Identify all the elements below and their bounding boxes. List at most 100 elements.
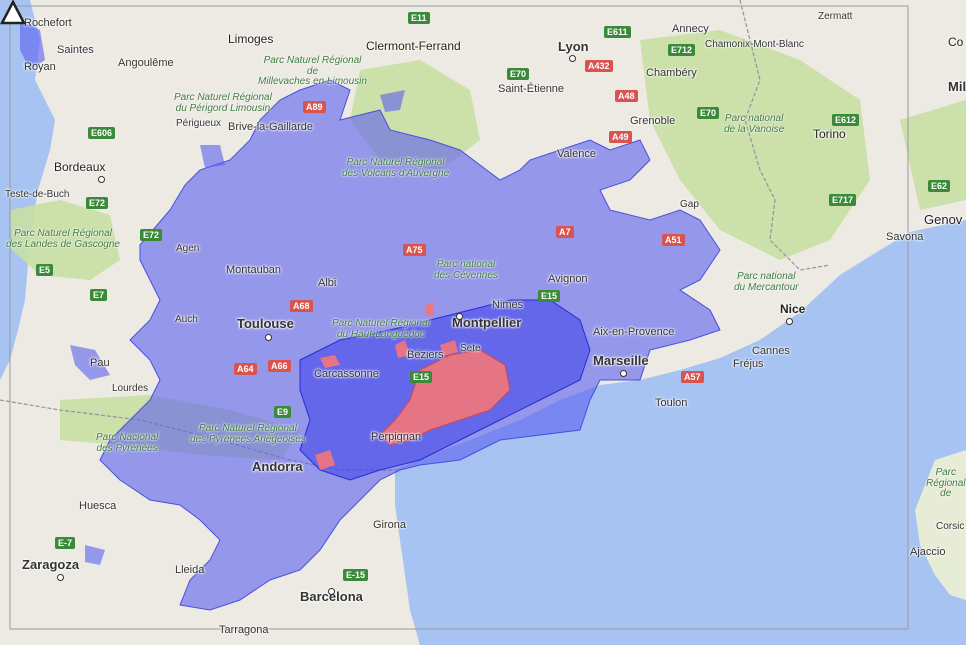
park-haut-languedoc: Parc Naturel Régional du Haut-Languedoc — [332, 318, 430, 340]
city-savona: Savona — [886, 231, 924, 243]
map-canvas[interactable]: Rochefort Saintes Royan Angoulême Limoge… — [0, 0, 966, 645]
city-girona: Girona — [373, 519, 407, 531]
park-landes-gascogne: Parc Naturel Régional des Landes de Gasc… — [6, 228, 120, 250]
city-toulon: Toulon — [655, 397, 688, 409]
city-brive: Brive-la-Gaillarde — [228, 121, 313, 133]
park-cevennes: Parc national des Cévennes — [434, 259, 498, 281]
road-shield-e9: E9 — [274, 406, 292, 418]
city-saintes: Saintes — [57, 44, 94, 56]
road-shield-a51: A51 — [662, 234, 685, 246]
city-teste-de-buch: Teste-de-Buch — [5, 189, 70, 200]
city-dot-nice — [786, 318, 793, 325]
road-shield-e-7: E-7 — [55, 537, 76, 549]
road-shield-a89: A89 — [303, 101, 326, 113]
city-albi: Albi — [318, 277, 337, 289]
road-shield-a57: A57 — [681, 371, 704, 383]
forest-massif — [900, 100, 966, 210]
city-ajaccio: Ajaccio — [910, 546, 946, 558]
road-shield-e606: E606 — [88, 127, 116, 139]
road-shield-e7-pau: E7 — [90, 289, 108, 301]
park-corse: Parc Régional de — [926, 467, 966, 499]
city-rochefort: Rochefort — [24, 17, 72, 29]
city-frejus: Fréjus — [733, 358, 764, 370]
city-clermont-ferrand: Clermont-Ferrand — [366, 39, 461, 53]
city-angouleme: Angoulême — [118, 57, 174, 69]
city-cannes: Cannes — [752, 345, 790, 357]
city-lourdes: Lourdes — [112, 383, 149, 394]
city-grenoble: Grenoble — [630, 115, 676, 127]
city-zermatt: Zermatt — [818, 11, 853, 22]
city-beziers: Béziers — [407, 349, 444, 361]
road-shield-e612: E612 — [832, 114, 860, 126]
city-montauban: Montauban — [226, 264, 282, 276]
city-pau: Pau — [90, 357, 110, 369]
city-lleida: Lleida — [175, 564, 205, 576]
city-bordeaux: Bordeaux — [54, 160, 106, 174]
park-nacional-pyrenees: Parc Nacional des Pyrénées — [96, 432, 159, 454]
coverage-blue-frag4 — [85, 545, 105, 565]
city-marseille: Marseille — [593, 353, 649, 368]
park-vanoise: Parc national de la Vanoise — [724, 113, 785, 135]
city-gap: Gap — [680, 199, 699, 210]
city-limoges: Limoges — [228, 32, 274, 46]
city-chamonix: Chamonix-Mont-Blanc — [705, 39, 804, 50]
city-dot-zaragoza — [57, 574, 64, 581]
road-shield-e5: E5 — [36, 264, 54, 276]
city-toulouse: Toulouse — [237, 316, 294, 331]
park-pyrenees-ariegeoises: Parc Naturel Régional des Pyrénées Ariég… — [190, 423, 306, 445]
city-dot-montpellier — [456, 313, 463, 320]
city-nimes: Nimes — [492, 299, 524, 311]
city-dot-marseille — [620, 370, 627, 377]
city-lyon: Lyon — [558, 39, 589, 54]
road-shield-e15-nimes: E15 — [538, 290, 561, 302]
road-shield-a68: A68 — [290, 300, 313, 312]
city-dot-bordeaux — [98, 176, 105, 183]
park-perigord-limousin: Parc Naturel Régional du Périgord Limous… — [174, 92, 272, 114]
city-torino: Torino — [813, 127, 846, 141]
road-shield-a48: A48 — [615, 90, 638, 102]
city-dot-lyon — [569, 55, 576, 62]
road-shield-a75: A75 — [403, 244, 426, 256]
city-tarragona: Tarragona — [219, 624, 269, 636]
city-saint-etienne: Saint-Étienne — [498, 83, 565, 95]
city-avignon: Avignon — [548, 273, 588, 285]
road-shield-e-15-barcelona: E-15 — [343, 569, 369, 581]
road-shield-a64: A64 — [234, 363, 257, 375]
city-como: Co — [948, 35, 964, 49]
city-andorra: Andorra — [252, 459, 303, 474]
city-zaragoza: Zaragoza — [22, 557, 80, 572]
road-shield-e62: E62 — [928, 180, 951, 192]
road-shield-e15-beziers: E15 — [410, 371, 433, 383]
road-shield-e712: E712 — [668, 44, 696, 56]
road-shield-e717: E717 — [829, 194, 857, 206]
city-agen: Agen — [176, 243, 200, 254]
road-shield-e72-agen: E72 — [140, 229, 163, 241]
road-shield-a432: A432 — [585, 60, 613, 72]
road-shield-e70-lyon: E70 — [507, 68, 530, 80]
city-perigueux: Périgueux — [176, 118, 222, 129]
city-valence: Valence — [557, 148, 596, 160]
road-shield-e611: E611 — [604, 26, 631, 38]
city-corsica: Corsic — [936, 521, 965, 532]
city-auch: Auch — [175, 314, 198, 325]
road-shield-e70-alps: E70 — [697, 107, 720, 119]
coverage-blue-frag2 — [200, 145, 225, 168]
park-volcans-auvergne: Parc Naturel Régional des Volcans d'Auve… — [342, 157, 450, 179]
transmitter-marker-icon[interactable] — [0, 0, 26, 26]
city-dot-toulouse — [265, 334, 272, 341]
park-millevaches: Parc Naturel Régional de Millevaches en … — [258, 55, 367, 87]
city-perpignan: Perpignan — [371, 431, 422, 443]
road-shield-a7: A7 — [556, 226, 574, 238]
city-genova: Genov — [924, 212, 963, 227]
road-shield-a49: A49 — [609, 131, 632, 143]
city-huesca: Huesca — [79, 500, 117, 512]
city-carcassonne: Carcassonne — [314, 368, 379, 380]
road-shield-a66: A66 — [268, 360, 291, 372]
city-chambery: Chambéry — [646, 67, 697, 79]
city-aix-en-provence: Aix-en-Provence — [593, 326, 675, 338]
city-royan: Royan — [24, 61, 56, 73]
park-mercantour: Parc national du Mercantour — [734, 271, 799, 293]
road-shield-e72-bordeaux: E72 — [86, 197, 109, 209]
city-dot-barcelona — [328, 588, 335, 595]
road-shield-e11: E11 — [408, 12, 430, 24]
